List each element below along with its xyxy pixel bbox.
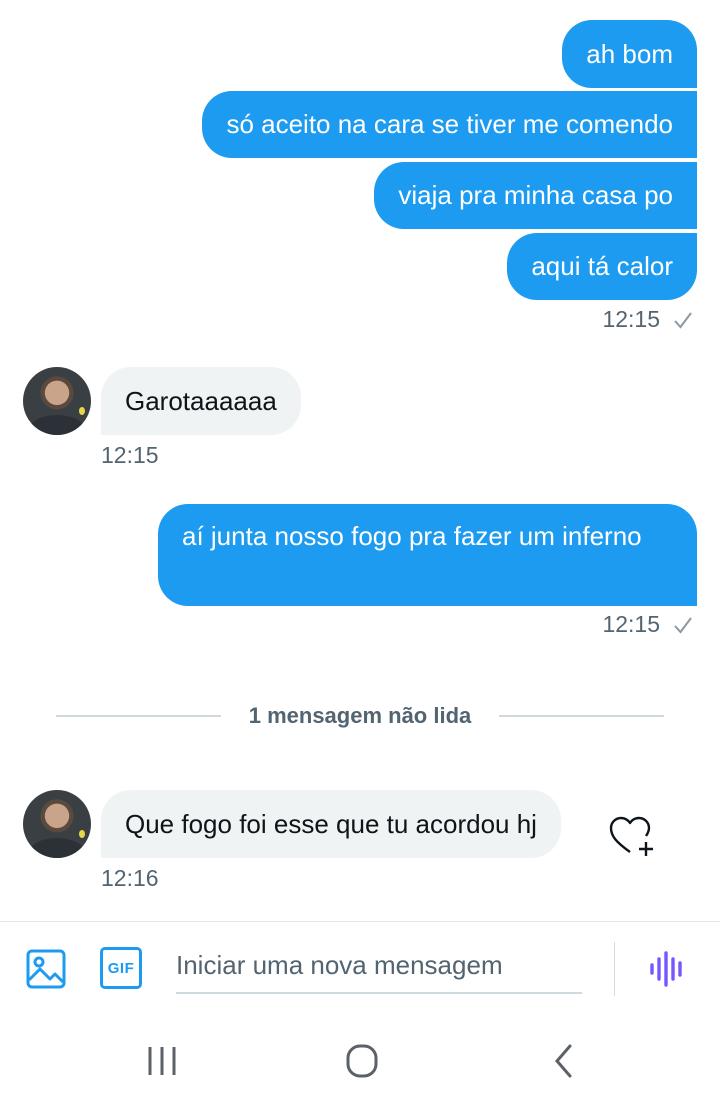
message-text: só aceito na cara se tiver me comendo	[226, 109, 673, 139]
avatar[interactable]	[23, 367, 91, 435]
avatar[interactable]	[23, 790, 91, 858]
message-input[interactable]	[176, 938, 582, 994]
recent-apps-icon[interactable]	[140, 1041, 184, 1081]
voice-wave-icon[interactable]	[646, 947, 690, 991]
heart-plus-icon[interactable]	[606, 812, 658, 860]
message-bubble-incoming[interactable]: Que fogo foi esse que tu acordou hj	[101, 790, 561, 858]
check-icon	[674, 616, 692, 634]
system-nav-bar	[0, 1015, 720, 1106]
message-text: Garotaaaaaa	[125, 386, 277, 416]
timestamp: 12:15	[602, 611, 660, 637]
timestamp: 12:15	[602, 306, 660, 332]
message-composer: GIF	[0, 921, 720, 1016]
timestamp: 12:16	[101, 865, 159, 891]
image-icon[interactable]	[24, 947, 68, 991]
message-meta: 12:16	[101, 865, 159, 892]
message-bubble-outgoing[interactable]: só aceito na cara se tiver me comendo	[202, 91, 697, 158]
home-icon[interactable]	[340, 1041, 384, 1081]
avatar-detail	[79, 407, 85, 415]
message-bubble-outgoing[interactable]: viaja pra minha casa po	[374, 162, 697, 229]
avatar-detail	[79, 830, 85, 838]
message-text: Que fogo foi esse que tu acordou hj	[125, 809, 537, 839]
divider-line	[56, 715, 221, 717]
dm-conversation: ah bom só aceito na cara se tiver me com…	[0, 0, 720, 1106]
message-text: viaja pra minha casa po	[398, 180, 673, 210]
divider-line	[499, 715, 664, 717]
unread-divider: 1 mensagem não lida	[56, 700, 664, 732]
avatar-shoulders	[29, 415, 85, 435]
avatar-shoulders	[29, 838, 85, 858]
message-bubble-outgoing[interactable]: ah bom	[562, 20, 697, 88]
message-text: ah bom	[586, 39, 673, 69]
message-text: aí junta nosso fogo pra fazer um inferno	[182, 521, 642, 551]
timestamp: 12:15	[101, 442, 159, 468]
message-meta: 12:15	[602, 306, 694, 333]
gif-label: GIF	[107, 959, 135, 977]
message-meta: 12:15	[602, 611, 694, 638]
message-bubble-outgoing[interactable]: aí junta nosso fogo pra fazer um inferno	[158, 504, 697, 606]
composer-separator	[614, 942, 615, 996]
message-text: aqui tá calor	[531, 251, 673, 281]
unread-label: 1 mensagem não lida	[248, 703, 472, 728]
check-icon	[674, 311, 692, 329]
message-bubble-incoming[interactable]: Garotaaaaaa	[101, 367, 301, 435]
message-bubble-outgoing[interactable]: aqui tá calor	[507, 233, 697, 300]
back-icon[interactable]	[542, 1041, 586, 1081]
gif-icon[interactable]: GIF	[100, 947, 142, 989]
message-meta: 12:15	[101, 442, 159, 469]
